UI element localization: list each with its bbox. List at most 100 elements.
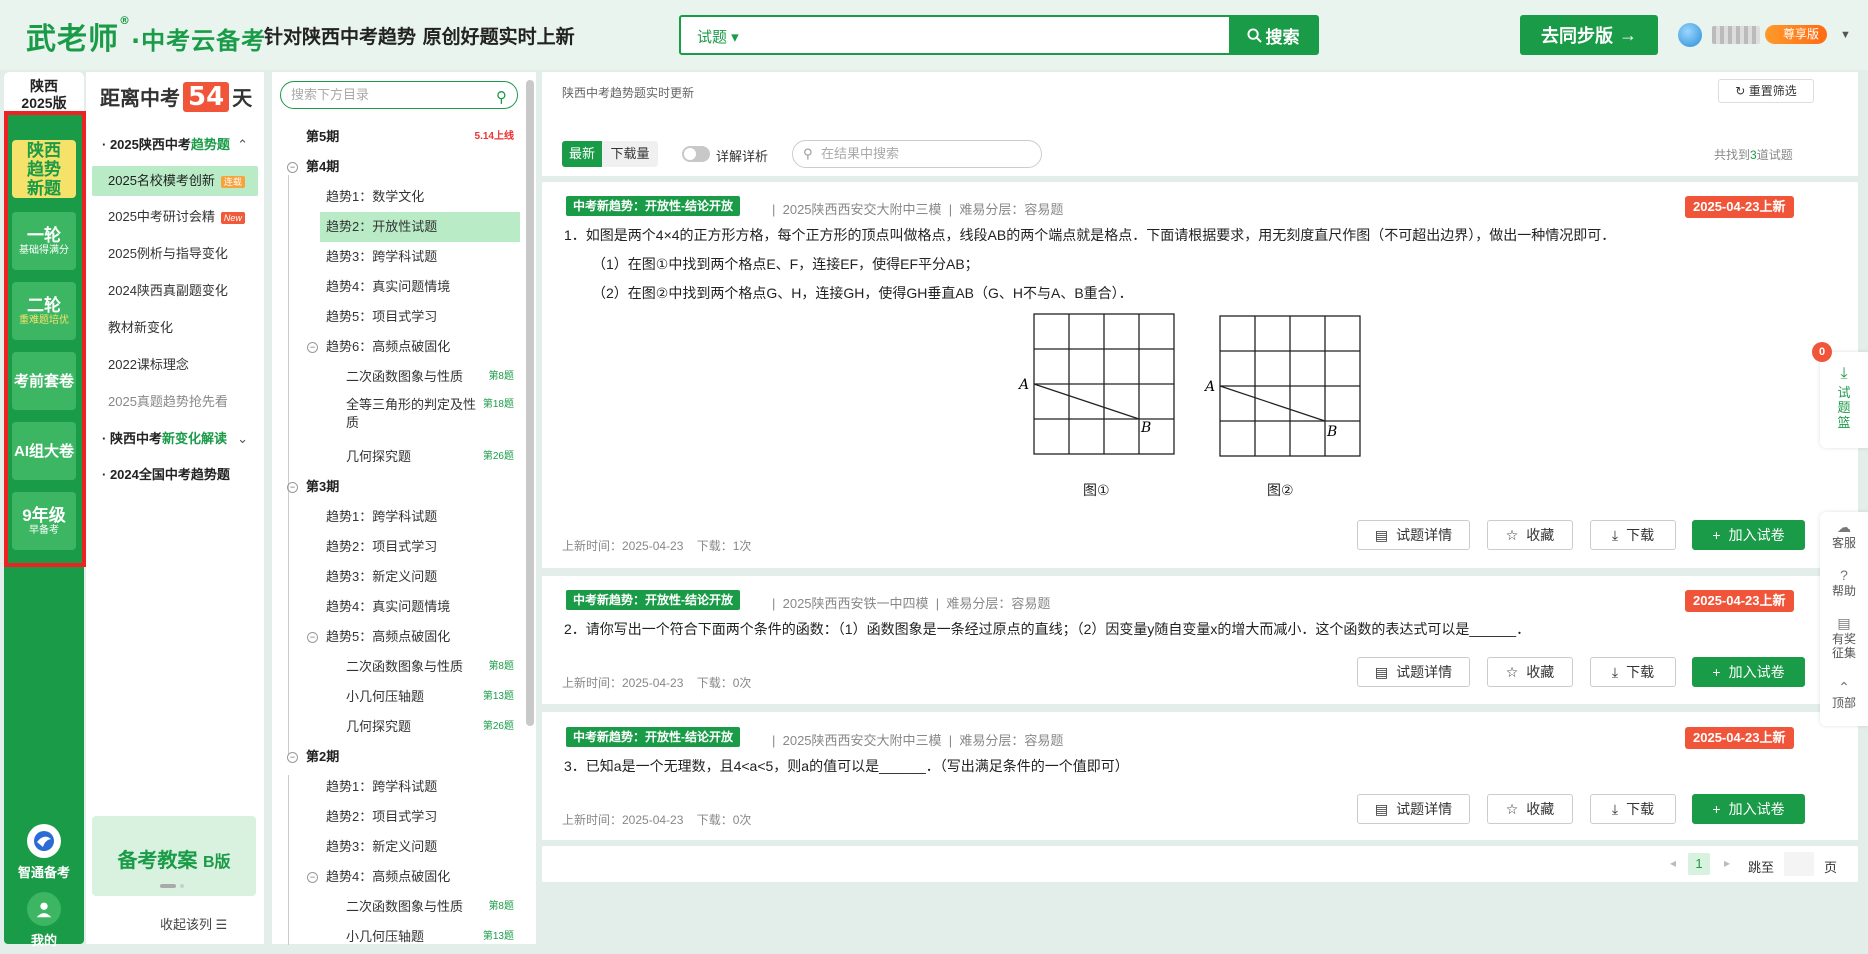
tree-period[interactable]: − 第4期 (280, 152, 520, 182)
download-button[interactable]: ⤓ 下载 (1590, 520, 1676, 550)
collapse-icon[interactable]: − (307, 872, 318, 884)
tree-trend[interactable]: 趋势4：真实问题情境 (280, 272, 520, 302)
tree-topic[interactable]: 二次函数图象与性质 第8题 (280, 892, 520, 922)
collapse-column-button[interactable]: 收起该列 ☰ (160, 914, 227, 933)
tree-topic[interactable]: 几何探究题 第26题 (280, 442, 520, 472)
tree-trend[interactable]: 趋势2：项目式学习 (280, 532, 520, 562)
tree-topic[interactable]: 二次函数图象与性质 第8题 (280, 652, 520, 682)
rail-item-trend[interactable]: 陕西趋势新题 (12, 140, 76, 198)
tree-trend[interactable]: 趋势3：新定义问题 (280, 832, 520, 862)
question-detail-button[interactable]: ▤ 试题详情 (1357, 657, 1470, 687)
tree-period[interactable]: − 第3期 (280, 472, 520, 502)
service-tool[interactable]: ☁ 客服 (1820, 520, 1868, 550)
tree-label: 趋势5：项目式学习 (326, 309, 438, 324)
tree-trend[interactable]: 趋势1：跨学科试题 (280, 772, 520, 802)
favorite-button[interactable]: ☆ 收藏 (1487, 520, 1573, 550)
nav-item[interactable]: 2025真题趋势抢先看 (92, 387, 258, 417)
result-search-input[interactable]: ⚲ 在结果中搜索 (792, 140, 1042, 168)
search-type-select[interactable]: 试题 ▾ (697, 26, 739, 47)
rail-zhitong[interactable]: 智通备考 (4, 824, 84, 881)
jump-page-input[interactable] (1784, 852, 1814, 876)
tree-trend[interactable]: 趋势3：新定义问题 (280, 562, 520, 592)
tree-trend[interactable]: 趋势2：开放性试题 (320, 212, 520, 242)
carousel-dots (160, 884, 184, 888)
add-to-paper-button[interactable]: + 加入试卷 (1692, 520, 1805, 550)
global-search[interactable]: 试题 ▾ 搜索 (679, 15, 1319, 55)
tree-search-input[interactable]: 搜索下方目录 ⚲ (280, 81, 518, 109)
result-count: 共找到3道试题 (1714, 148, 1793, 162)
region-version[interactable]: 陕西 2025版 (4, 72, 84, 114)
tree-trend[interactable]: − 趋势6：高频点破固化 (280, 332, 520, 362)
add-to-paper-button[interactable]: + 加入试卷 (1692, 794, 1805, 824)
rail-item-exam-sets[interactable]: 考前套卷 (12, 352, 76, 410)
question-text[interactable]: 1．如图是两个4×4的正方形方格，每个正方形的顶点叫做格点，线段AB的两个端点就… (564, 225, 1615, 245)
collapse-icon[interactable]: − (287, 162, 298, 174)
nav-item[interactable]: 2024陕西真副题变化 (92, 276, 258, 306)
tree-label: 二次函数图象与性质 (346, 369, 464, 384)
tree-period[interactable]: 第5期 5.14上线 (280, 122, 520, 152)
question-basket[interactable]: 0 ⤓ 试题篮 (1812, 342, 1868, 448)
question-text[interactable]: 2．请你写出一个符合下面两个条件的函数：（1）函数图象是一条经过原点的直线；（2… (564, 619, 1530, 639)
question-detail-button[interactable]: ▤ 试题详情 (1357, 520, 1470, 550)
site-logo[interactable]: 武老师®·中考云备考 (26, 14, 266, 58)
collapse-icon[interactable]: − (307, 342, 318, 354)
question-text[interactable]: 3．已知a是一个无理数，且4<a<5，则a的值可以是______．（写出满足条件… (564, 756, 1129, 776)
reward-tool[interactable]: ▤ 有奖征集 (1820, 616, 1868, 660)
tree-topic[interactable]: 小几何压轴题 第13题 (280, 682, 520, 712)
chevron-down-icon[interactable]: ▼ (1840, 29, 1851, 41)
sort-downloads-tab[interactable]: 下载量 (602, 141, 658, 167)
rail-item-round2[interactable]: 二轮 重难题培优 (12, 282, 76, 340)
nav-item[interactable]: 2025例析与指导变化 (92, 239, 258, 269)
rail-mine[interactable]: 我的 (4, 892, 84, 949)
nav-item[interactable]: 2025名校模考创新 连载 (92, 166, 258, 196)
user-avatar[interactable] (1678, 23, 1702, 47)
sync-version-button[interactable]: 去同步版 → (1520, 15, 1658, 55)
nav-item[interactable]: 2025中考研讨会精 New (92, 202, 258, 232)
rail-item-grade9[interactable]: 9年级 早备考 (12, 492, 76, 550)
tree-period[interactable]: − 第2期 (280, 742, 520, 772)
grid-figure-1: A B (1017, 313, 1175, 455)
tree-trend[interactable]: − 趋势5：高频点破固化 (280, 622, 520, 652)
back-to-top-tool[interactable]: ⌃ 顶部 (1820, 680, 1868, 710)
tree-trend[interactable]: 趋势4：真实问题情境 (280, 592, 520, 622)
tree-trend[interactable]: − 趋势4：高频点破固化 (280, 862, 520, 892)
sort-latest-tab[interactable]: 最新 (562, 141, 602, 167)
tree-trend[interactable]: 趋势1：数学文化 (280, 182, 520, 212)
page-number[interactable]: 1 (1688, 853, 1710, 875)
collapse-icon[interactable]: − (287, 482, 298, 494)
user-name-redacted[interactable] (1712, 26, 1760, 44)
nav-section-national[interactable]: · 2024全国中考趋势题 (92, 460, 258, 490)
tree-label: 小几何压轴题 (346, 929, 425, 944)
detail-toggle[interactable] (682, 146, 710, 162)
question-detail-button[interactable]: ▤ 试题详情 (1357, 794, 1470, 824)
download-button[interactable]: ⤓ 下载 (1590, 657, 1676, 687)
tree-topic[interactable]: 二次函数图象与性质 第8题 (280, 362, 520, 392)
tree-scrollbar[interactable] (526, 80, 534, 726)
prev-page-icon[interactable]: ◂ (1670, 856, 1676, 870)
tree-trend[interactable]: 趋势2：项目式学习 (280, 802, 520, 832)
search-button[interactable]: 搜索 (1229, 17, 1317, 53)
collapse-icon[interactable]: − (307, 632, 318, 644)
add-to-paper-button[interactable]: + 加入试卷 (1692, 657, 1805, 687)
basket-icon: ⤓ (1840, 365, 1848, 382)
tree-topic[interactable]: 全等三角形的判定及性质 第18题 (280, 392, 520, 436)
rail-item-ai-paper[interactable]: AI组大卷 (12, 422, 76, 480)
nav-section-trend[interactable]: · 2025陕西中考趋势题 ⌃ (92, 130, 258, 160)
favorite-button[interactable]: ☆ 收藏 (1487, 794, 1573, 824)
reset-filter-button[interactable]: ↻ 重置筛选 (1718, 79, 1814, 103)
tree-trend[interactable]: 趋势3：跨学科试题 (280, 242, 520, 272)
rail-item-round1[interactable]: 一轮 基础得满分 (12, 212, 76, 270)
help-tool[interactable]: ? 帮助 (1820, 568, 1868, 598)
collapse-icon[interactable]: − (287, 752, 298, 764)
tree-trend[interactable]: 趋势1：跨学科试题 (280, 502, 520, 532)
promo-banner[interactable]: 备考教案 B版 (92, 816, 256, 896)
tree-trend[interactable]: 趋势5：项目式学习 (280, 302, 520, 332)
favorite-button[interactable]: ☆ 收藏 (1487, 657, 1573, 687)
next-page-icon[interactable]: ▸ (1724, 856, 1730, 870)
nav-item[interactable]: 教材新变化 (92, 313, 258, 343)
tree-topic[interactable]: 几何探究题 第26题 (280, 712, 520, 742)
tree-topic[interactable]: 小几何压轴题 第13题 (280, 922, 520, 952)
nav-item[interactable]: 2022课标理念 (92, 350, 258, 380)
download-button[interactable]: ⤓ 下载 (1590, 794, 1676, 824)
nav-section-changes[interactable]: · 陕西中考新变化解读 ⌄ (92, 424, 258, 454)
